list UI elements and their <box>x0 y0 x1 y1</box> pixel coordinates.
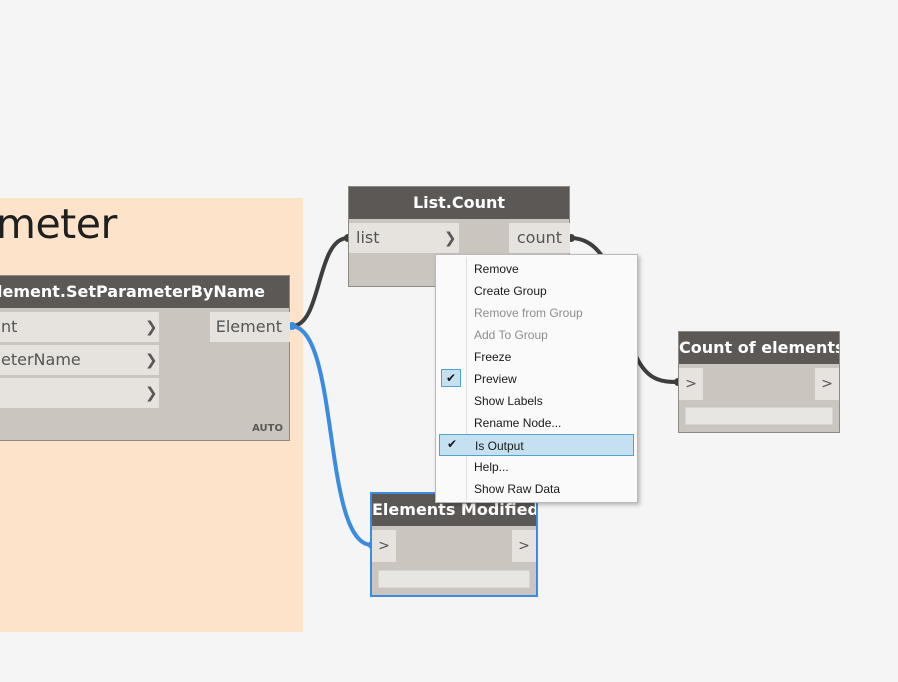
input-port-parameter-name[interactable]: eterName <box>0 345 159 375</box>
group-title: meter <box>0 200 117 248</box>
checkmark-icon: ✔ <box>441 369 461 387</box>
node-header[interactable]: List.Count <box>349 187 569 219</box>
menu-item-remove[interactable]: Remove <box>439 258 634 280</box>
chevron-right-icon: ❯ <box>145 384 158 402</box>
input-port[interactable]: > <box>372 530 396 562</box>
menu-item-freeze[interactable]: Freeze <box>439 346 634 368</box>
node-context-menu[interactable]: Remove Create Group Remove from Group Ad… <box>435 254 638 503</box>
menu-item-show-labels[interactable]: Show Labels <box>439 390 634 412</box>
menu-item-rename-node[interactable]: Rename Node... <box>439 412 634 434</box>
set-parameter-by-name-node[interactable]: lement.SetParameterByName nt ❯ eterName … <box>0 275 290 441</box>
lacing-badge: AUTO <box>252 423 283 434</box>
output-port[interactable]: > <box>815 368 839 400</box>
input-port-value[interactable] <box>0 378 159 408</box>
count-of-elements-node[interactable]: Count of elements > > <box>678 331 840 433</box>
menu-item-help[interactable]: Help... <box>439 456 634 478</box>
node-preview-bar <box>685 407 833 425</box>
checkmark-icon: ✔ <box>446 437 458 451</box>
output-port[interactable]: > <box>512 530 536 562</box>
input-port-element[interactable]: nt <box>0 312 159 342</box>
input-port[interactable]: > <box>679 368 703 400</box>
output-port-count[interactable]: count <box>509 223 570 253</box>
node-header[interactable]: Count of elements <box>679 332 839 364</box>
wire-element-to-elements-modified <box>291 324 373 547</box>
menu-item-show-raw-data[interactable]: Show Raw Data <box>439 478 634 500</box>
elements-modified-node[interactable]: Elements Modified > > <box>370 492 538 597</box>
output-port-element[interactable]: Element <box>210 312 290 342</box>
node-preview-bar <box>378 570 530 588</box>
wire-count-to-count-of-elements-end <box>632 351 679 384</box>
chevron-right-icon: ❯ <box>145 351 158 369</box>
menu-item-preview[interactable]: ✔ Preview <box>439 368 634 390</box>
chevron-right-icon: ❯ <box>444 229 457 247</box>
chevron-right-icon: ❯ <box>145 318 158 336</box>
input-port-list[interactable]: list <box>349 223 459 253</box>
node-header[interactable]: lement.SetParameterByName <box>0 276 289 308</box>
menu-item-create-group[interactable]: Create Group <box>439 280 634 302</box>
menu-item-add-to-group[interactable]: Add To Group <box>439 324 634 346</box>
menu-item-remove-from-group[interactable]: Remove from Group <box>439 302 634 324</box>
menu-item-is-output[interactable]: ✔ Is Output <box>439 434 634 456</box>
